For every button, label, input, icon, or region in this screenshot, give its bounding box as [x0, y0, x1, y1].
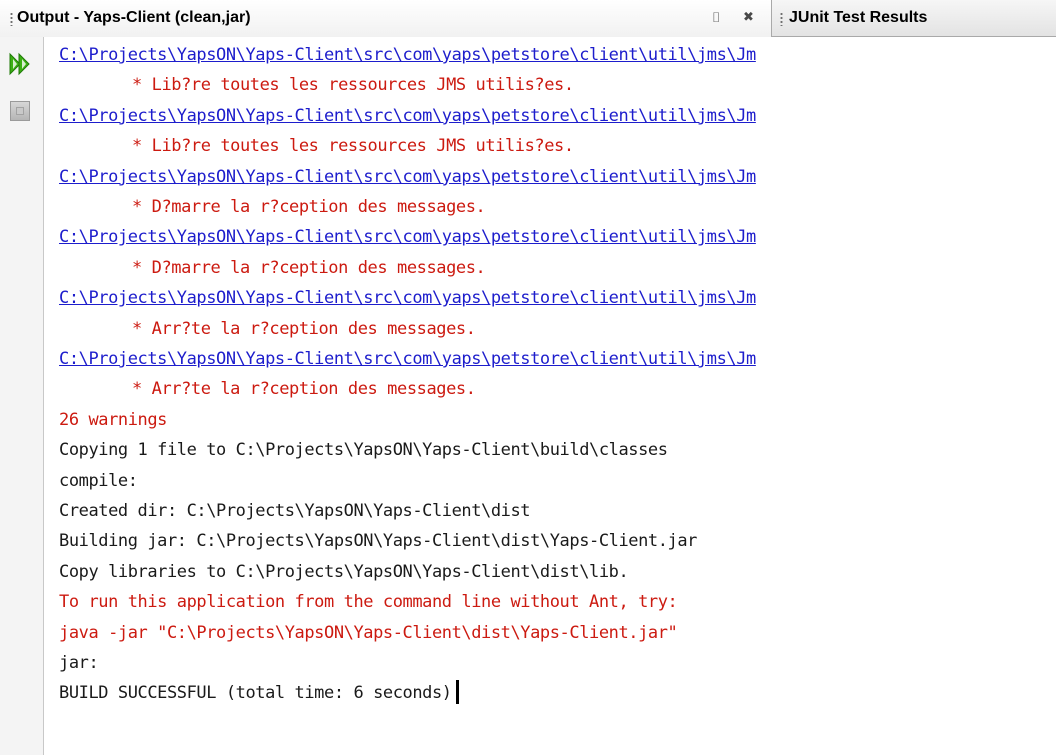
line-text: compile:	[59, 470, 138, 491]
stop-icon[interactable]	[10, 101, 30, 121]
line-text: To run this application from the command…	[59, 592, 678, 613]
text-caret	[455, 680, 459, 705]
line-text: Created dir: C:\Projects\YapsON\Yaps-Cli…	[59, 501, 531, 521]
line-text: * Arr?te la r?ception des messages.	[132, 318, 476, 339]
rerun-icon[interactable]	[8, 51, 34, 77]
output-line: jar:	[59, 648, 99, 678]
output-line: * D?marre la r?ception des messages.	[59, 253, 486, 283]
link-text[interactable]: C:\Projects\YapsON\Yaps-Client\src\com\y…	[59, 349, 756, 369]
tab-output[interactable]: Output - Yaps-Client (clean,jar) ⌷ ✖	[0, 0, 772, 37]
close-tab-icon[interactable]: ✖	[743, 9, 754, 27]
tab-output-label: Output - Yaps-Client (clean,jar)	[17, 9, 251, 26]
source-file-link[interactable]: C:\Projects\YapsON\Yaps-Client\src\com\y…	[59, 101, 756, 131]
output-line: Building jar: C:\Projects\YapsON\Yaps-Cl…	[59, 526, 697, 556]
output-line: * Arr?te la r?ception des messages.	[59, 374, 476, 404]
output-window: Output - Yaps-Client (clean,jar) ⌷ ✖ JUn…	[0, 0, 1056, 755]
output-line: Copy libraries to C:\Projects\YapsON\Yap…	[59, 557, 629, 587]
line-text: jar:	[59, 653, 99, 673]
source-file-link[interactable]: C:\Projects\YapsON\Yaps-Client\src\com\y…	[59, 162, 756, 192]
output-line: * D?marre la r?ception des messages.	[59, 192, 486, 222]
line-text: java -jar "C:\Projects\YapsON\Yaps-Clien…	[59, 622, 678, 643]
output-side-toolbar	[0, 37, 44, 755]
line-text: * Lib?re toutes les ressources JMS utili…	[132, 75, 574, 96]
output-line: * Lib?re toutes les ressources JMS utili…	[59, 70, 574, 100]
line-text: Building jar: C:\Projects\YapsON\Yaps-Cl…	[59, 531, 697, 552]
tab-bar: Output - Yaps-Client (clean,jar) ⌷ ✖ JUn…	[0, 0, 1056, 37]
link-text[interactable]: C:\Projects\YapsON\Yaps-Client\src\com\y…	[59, 288, 756, 308]
output-line: * Arr?te la r?ception des messages.	[59, 314, 476, 344]
link-text[interactable]: C:\Projects\YapsON\Yaps-Client\src\com\y…	[59, 106, 756, 126]
source-file-link[interactable]: C:\Projects\YapsON\Yaps-Client\src\com\y…	[59, 283, 756, 313]
line-text: * D?marre la r?ception des messages.	[132, 197, 486, 217]
link-text[interactable]: C:\Projects\YapsON\Yaps-Client\src\com\y…	[59, 227, 756, 247]
output-line: To run this application from the command…	[59, 587, 678, 617]
output-line: BUILD SUCCESSFUL (total time: 6 seconds)	[59, 678, 459, 708]
drag-grip-icon[interactable]	[10, 12, 13, 26]
source-file-link[interactable]: C:\Projects\YapsON\Yaps-Client\src\com\y…	[59, 40, 756, 70]
line-text: * Arr?te la r?ception des messages.	[132, 379, 476, 400]
output-line: java -jar "C:\Projects\YapsON\Yaps-Clien…	[59, 618, 678, 648]
output-line: Copying 1 file to C:\Projects\YapsON\Yap…	[59, 435, 668, 465]
tab-junit-label: JUnit Test Results	[789, 9, 928, 26]
tab-junit-test-results[interactable]: JUnit Test Results	[772, 0, 1056, 37]
line-text: * D?marre la r?ception des messages.	[132, 257, 486, 278]
output-line: 26 warnings	[59, 405, 167, 435]
source-file-link[interactable]: C:\Projects\YapsON\Yaps-Client\src\com\y…	[59, 222, 756, 252]
minimize-window-icon[interactable]: ⌷	[712, 9, 720, 27]
link-text[interactable]: C:\Projects\YapsON\Yaps-Client\src\com\y…	[59, 45, 756, 65]
source-file-link[interactable]: C:\Projects\YapsON\Yaps-Client\src\com\y…	[59, 344, 756, 374]
output-line: Created dir: C:\Projects\YapsON\Yaps-Cli…	[59, 496, 531, 526]
line-text: * Lib?re toutes les ressources JMS utili…	[132, 136, 574, 157]
line-text: 26 warnings	[59, 409, 167, 430]
line-text: Copy libraries to C:\Projects\YapsON\Yap…	[59, 561, 629, 582]
output-line: * Lib?re toutes les ressources JMS utili…	[59, 131, 574, 161]
line-text: BUILD SUCCESSFUL (total time: 6 seconds)	[59, 683, 452, 704]
drag-grip-icon[interactable]	[780, 12, 783, 26]
output-console[interactable]: C:\Projects\YapsON\Yaps-Client\src\com\y…	[44, 37, 1056, 755]
line-text: Copying 1 file to C:\Projects\YapsON\Yap…	[59, 440, 668, 461]
link-text[interactable]: C:\Projects\YapsON\Yaps-Client\src\com\y…	[59, 167, 756, 187]
output-line: compile:	[59, 466, 138, 496]
